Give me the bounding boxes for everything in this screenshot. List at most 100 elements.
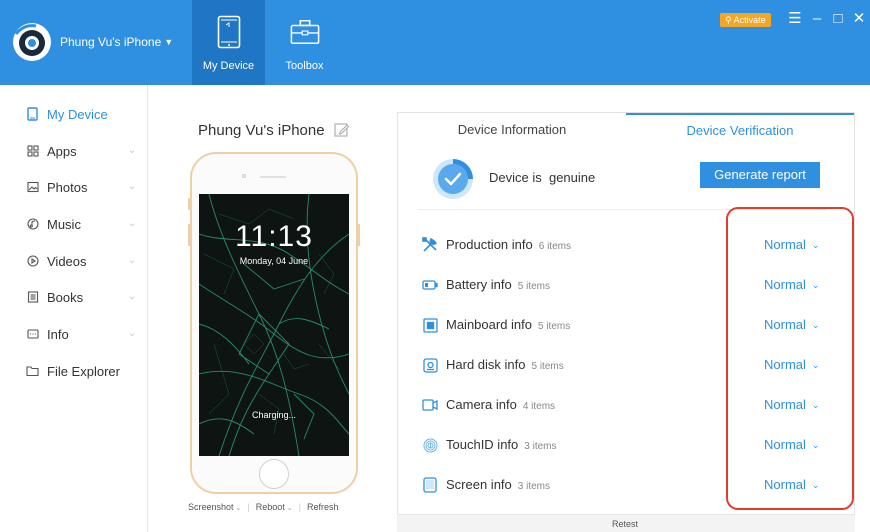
key-icon: ⚲ (725, 15, 734, 25)
sidebar-item-file-explorer[interactable]: File Explorer (26, 360, 141, 382)
screen-icon (422, 477, 438, 493)
row-label: Hard disk info 5 items (446, 357, 564, 372)
chevron-down-icon[interactable]: ⌄ (128, 145, 136, 156)
status-dropdown[interactable]: Normal ⌄ (764, 317, 819, 332)
status-dropdown[interactable]: Normal ⌄ (764, 477, 819, 492)
phone-side-button (188, 198, 191, 210)
list-item-mainboard-info: Mainboard info 5 items Normal ⌄ (422, 315, 842, 335)
row-title: Battery info (446, 277, 512, 292)
tab-device-information[interactable]: Device Information (398, 113, 626, 146)
genuine-check-icon (433, 159, 473, 199)
status-label: Normal (764, 277, 806, 292)
status-label: Normal (764, 317, 806, 332)
list-item-camera-info: Camera info 4 items Normal ⌄ (422, 395, 842, 415)
row-title: Hard disk info (446, 357, 526, 372)
charging-status: Charging... (251, 410, 297, 420)
phone-side-button (188, 224, 191, 246)
app-logo-icon (13, 23, 51, 61)
generate-report-button[interactable]: Generate report (700, 162, 820, 188)
status-label: Normal (764, 477, 806, 492)
chevron-down-icon[interactable]: ⌄ (128, 328, 136, 339)
menu-icon[interactable]: ☰ (787, 9, 803, 29)
status-label: Normal (764, 357, 806, 372)
genuine-status: Device is genuine (489, 170, 596, 185)
chevron-down-icon: ⌄ (286, 505, 293, 512)
maximize-icon[interactable]: □ (830, 9, 846, 29)
row-count: 3 items (517, 481, 550, 492)
row-count: 5 items (538, 321, 571, 332)
panel-footer: Retest (397, 514, 855, 532)
status-dropdown[interactable]: Normal ⌄ (764, 397, 819, 412)
tab-my-device[interactable]: My Device (192, 0, 265, 85)
chevron-down-icon[interactable]: ⌄ (128, 218, 136, 229)
row-count: 5 items (531, 361, 564, 372)
sidebar-item-apps[interactable]: Apps ⌄ (26, 140, 141, 162)
activate-button[interactable]: ⚲ Activate (720, 13, 771, 27)
chevron-down-icon: ⌄ (811, 440, 820, 450)
retest-button[interactable]: Retest (397, 519, 853, 529)
row-label: Screen info 3 items (446, 477, 550, 492)
info-icon (26, 328, 39, 341)
folder-icon (26, 365, 39, 378)
verification-panel: Device Information Device Verification D… (397, 112, 855, 532)
sidebar-item-label: My Device (47, 106, 108, 122)
device-name-label: Phung Vu's iPhone (60, 35, 162, 49)
chevron-down-icon: ⌄ (811, 280, 820, 290)
sidebar-item-music[interactable]: Music ⌄ (26, 213, 141, 235)
divider: | (298, 502, 301, 512)
row-label: Battery info 5 items (446, 277, 550, 292)
row-title: Screen info (446, 477, 512, 492)
panel-tabs: Device Information Device Verification (398, 113, 854, 146)
minimize-icon[interactable]: – (809, 9, 825, 29)
status-dropdown[interactable]: Normal ⌄ (764, 237, 819, 252)
chevron-down-icon[interactable]: ⌄ (128, 291, 136, 302)
lock-screen-date: Monday, 04 June (239, 256, 309, 266)
screenshot-button[interactable]: Screenshot ⌄ (188, 502, 241, 512)
tab-device-verification[interactable]: Device Verification (626, 113, 854, 146)
tab-label: Toolbox (285, 60, 324, 72)
caret-down-icon: ▼ (164, 37, 174, 47)
tools-icon (422, 237, 438, 253)
edit-icon[interactable] (334, 122, 349, 138)
status-dropdown[interactable]: Normal ⌄ (764, 277, 819, 292)
chevron-down-icon: ⌄ (811, 480, 820, 490)
tablet-icon (214, 14, 244, 50)
activate-label: Activate (733, 15, 766, 25)
status-label: Normal (764, 397, 806, 412)
sidebar-item-label: Videos (47, 253, 87, 269)
sidebar: My Device Apps ⌄ Photos ⌄ Music ⌄ Videos… (0, 85, 148, 532)
sidebar-item-videos[interactable]: Videos ⌄ (26, 250, 141, 272)
row-label: Production info 6 items (446, 237, 571, 252)
sidebar-item-photos[interactable]: Photos ⌄ (26, 176, 141, 198)
row-count: 4 items (522, 401, 556, 412)
reboot-label: Reboot (255, 502, 285, 512)
device-icon (26, 107, 39, 121)
close-icon[interactable]: ✕ (851, 9, 867, 29)
chevron-down-icon[interactable]: ⌄ (128, 181, 136, 192)
refresh-label: Refresh (307, 502, 339, 512)
chevron-down-icon: ⌄ (811, 400, 820, 410)
refresh-button[interactable]: Refresh (307, 502, 339, 512)
row-title: Mainboard info (446, 317, 532, 332)
status-dropdown[interactable]: Normal ⌄ (764, 357, 819, 372)
status-dropdown[interactable]: Normal ⌄ (764, 437, 819, 452)
list-item-production-info: Production info 6 items Normal ⌄ (422, 235, 842, 255)
list-item-touchid-info: TouchID info 3 items Normal ⌄ (422, 435, 842, 455)
device-selector[interactable]: Phung Vu's iPhone ▼ (12, 22, 173, 62)
sidebar-item-my-device[interactable]: My Device (26, 103, 141, 125)
phone-speaker (260, 176, 286, 178)
hard-disk-icon (422, 357, 438, 373)
reboot-button[interactable]: Reboot ⌄ (256, 502, 293, 512)
row-label: Camera info 4 items (446, 397, 555, 412)
phone-side-button (357, 224, 360, 246)
row-title: TouchID info (446, 437, 519, 452)
toolbox-icon (290, 14, 320, 50)
divider (418, 209, 826, 210)
sidebar-item-books[interactable]: Books ⌄ (26, 286, 141, 308)
row-count: 3 items (524, 441, 557, 452)
tab-toolbox[interactable]: Toolbox (268, 0, 341, 85)
chevron-down-icon[interactable]: ⌄ (128, 255, 136, 266)
sidebar-item-info[interactable]: Info ⌄ (26, 323, 141, 345)
sidebar-item-label: Music (47, 216, 81, 232)
row-label: TouchID info 3 items (446, 437, 557, 452)
